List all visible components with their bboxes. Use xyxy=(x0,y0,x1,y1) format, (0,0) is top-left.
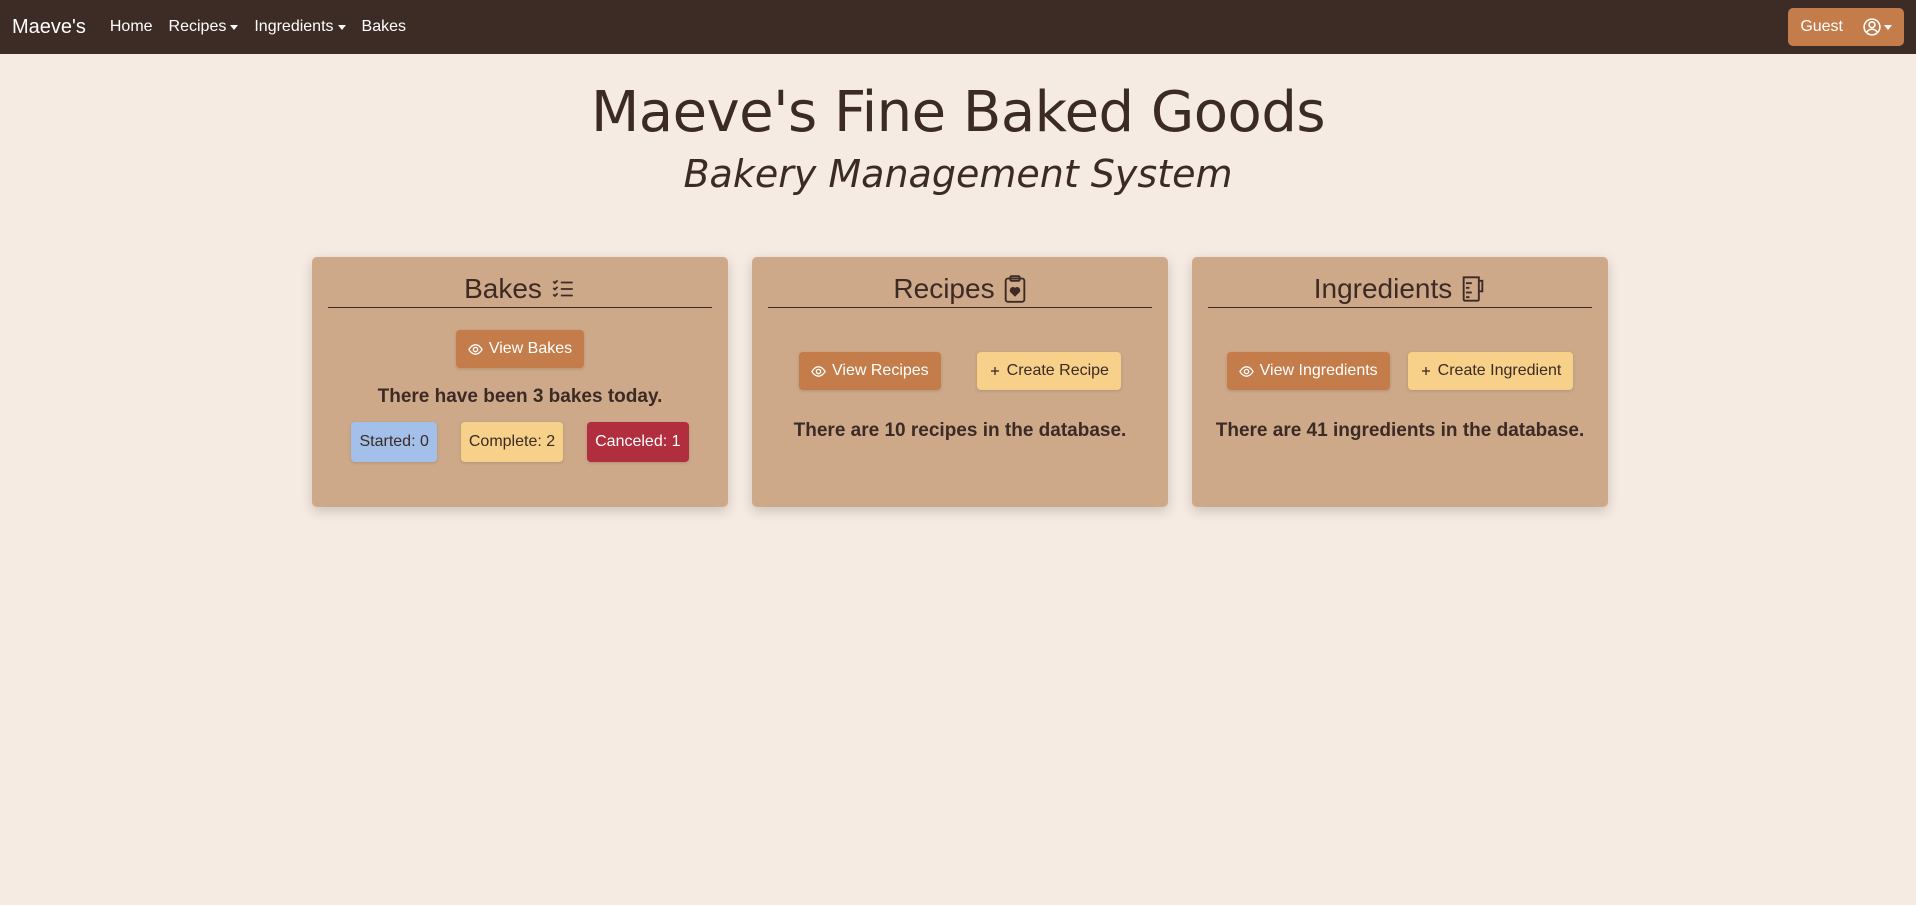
view-ingredients-button[interactable]: View Ingredients xyxy=(1226,352,1390,390)
list-check-icon xyxy=(550,276,576,302)
nav-recipes-dropdown[interactable]: Recipes xyxy=(169,18,239,36)
user-label: Guest xyxy=(1800,18,1843,35)
view-recipes-button[interactable]: View Recipes xyxy=(799,352,941,390)
brand-link[interactable]: Maeve's xyxy=(12,16,86,39)
plus-icon xyxy=(1420,365,1432,377)
nav-bakes[interactable]: Bakes xyxy=(362,18,406,36)
view-ingredients-label: View Ingredients xyxy=(1259,362,1378,379)
bakes-card: Bakes View Bakes There have been 3 bakes… xyxy=(312,257,728,507)
canceled-badge[interactable]: Canceled: 1 xyxy=(587,422,689,462)
complete-badge[interactable]: Complete: 2 xyxy=(460,422,564,462)
dashboard-cards: Bakes View Bakes There have been 3 bakes… xyxy=(312,257,1608,507)
create-recipe-button[interactable]: Create Recipe xyxy=(976,352,1121,390)
bakes-card-title: Bakes xyxy=(328,271,712,308)
recipes-card-title-text: Recipes xyxy=(893,273,995,304)
ingredients-card-title: Ingredients xyxy=(1208,271,1592,308)
ingredients-card-title-text: Ingredients xyxy=(1313,273,1453,304)
clipboard-heart-icon xyxy=(1003,275,1027,303)
caret-down-icon xyxy=(230,24,239,30)
create-ingredient-label: Create Ingredient xyxy=(1437,362,1562,379)
hero: Maeve's Fine Baked Goods Bakery Manageme… xyxy=(0,82,1916,197)
recipes-summary: There are 10 recipes in the database. xyxy=(793,420,1127,441)
nav-ingredients-dropdown[interactable]: Ingredients xyxy=(254,18,346,36)
page-title: Maeve's Fine Baked Goods xyxy=(590,80,1326,145)
navbar: Maeve's Home Recipes Ingredients Bakes G… xyxy=(0,0,1916,54)
eye-icon xyxy=(811,364,826,379)
bakes-summary: There have been 3 bakes today. xyxy=(377,386,663,407)
ingredients-summary: There are 41 ingredients in the database… xyxy=(1215,420,1585,441)
nav-home[interactable]: Home xyxy=(110,18,153,36)
eye-icon xyxy=(468,342,483,357)
nav-ingredients-label: Ingredients xyxy=(254,18,334,35)
nav-bakes-label: Bakes xyxy=(361,18,406,35)
user-menu-button[interactable]: Guest xyxy=(1788,8,1904,46)
nav-recipes-label: Recipes xyxy=(168,18,227,35)
page-subtitle: Bakery Management System xyxy=(683,151,1233,196)
recipes-card-title: Recipes xyxy=(768,271,1152,308)
create-ingredient-button[interactable]: Create Ingredient xyxy=(1407,352,1574,390)
eye-icon xyxy=(1238,364,1254,379)
started-badge[interactable]: Started: 0 xyxy=(351,422,437,462)
caret-down-icon xyxy=(1884,24,1892,30)
recipes-card: Recipes View Recipes Create Recipe There… xyxy=(752,257,1168,507)
create-recipe-label: Create Recipe xyxy=(1006,362,1109,379)
caret-down-icon xyxy=(337,24,346,30)
measuring-cup-icon xyxy=(1460,275,1486,303)
view-recipes-label: View Recipes xyxy=(832,362,929,379)
view-bakes-label: View Bakes xyxy=(488,340,573,357)
bake-status-badges: Started: 0 Complete: 2 Canceled: 1 xyxy=(328,422,712,462)
ingredients-card: Ingredients View Ingredients Create Ingr… xyxy=(1192,257,1608,507)
view-bakes-button[interactable]: View Bakes xyxy=(455,330,585,368)
plus-icon xyxy=(989,365,1001,377)
bakes-card-title-text: Bakes xyxy=(464,273,542,304)
nav-home-label: Home xyxy=(109,18,153,35)
person-circle-icon xyxy=(1863,18,1881,36)
